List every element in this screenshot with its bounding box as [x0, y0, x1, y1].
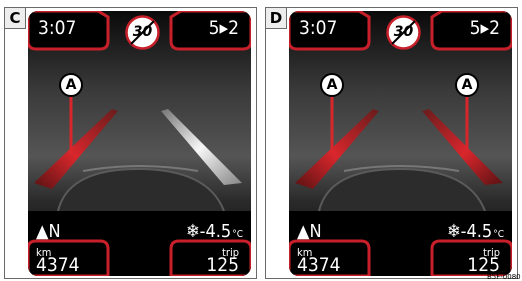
instrument-display: 3:07 5▸2 30 A ▲N ❄-4.5°C km 4374 trip 12…	[28, 11, 251, 276]
callout-marker-a: A	[59, 73, 83, 97]
compass-heading: ▲N	[36, 221, 61, 242]
gear-indicator: 5▸2	[208, 17, 239, 39]
temperature-value: -4.5	[199, 221, 232, 242]
odometer-value: 4374	[297, 254, 341, 276]
gear-indicator: 5▸2	[469, 17, 500, 39]
clock-time: 3:07	[38, 17, 77, 39]
speed-limit-end-sign: 30	[125, 15, 160, 50]
compass-direction: N	[309, 221, 322, 242]
temperature-unit: °C	[493, 229, 504, 240]
panel-label: C	[5, 8, 26, 29]
trip-value: 125	[206, 254, 239, 276]
temperature-value: -4.5	[460, 221, 493, 242]
compass-arrow-icon: ▲	[297, 221, 310, 242]
compass-heading: ▲N	[297, 221, 322, 242]
compass-arrow-icon: ▲	[36, 221, 49, 242]
outside-temperature: ❄-4.5°C	[186, 221, 243, 242]
speed-limit-end-sign: 30	[386, 15, 421, 50]
panel-c: C 3:07 5▸2 30 A ▲N ❄-4.5°C km 4374 trip …	[4, 7, 257, 279]
snowflake-icon: ❄	[447, 221, 461, 242]
odometer-value: 4374	[36, 254, 80, 276]
instrument-display: 3:07 5▸2 30 A A ▲N ❄-4.5°C km 4374 trip …	[289, 11, 512, 276]
callout-marker-a-left: A	[320, 73, 344, 97]
clock-time: 3:07	[299, 17, 338, 39]
speed-limit-value: 30	[393, 24, 414, 40]
temperature-unit: °C	[232, 229, 243, 240]
snowflake-icon: ❄	[186, 221, 200, 242]
outside-temperature: ❄-4.5°C	[447, 221, 504, 242]
panel-label: D	[266, 8, 287, 29]
callout-marker-a-right: A	[455, 73, 479, 97]
speed-limit-value: 30	[132, 24, 153, 40]
compass-direction: N	[48, 221, 61, 242]
panel-d: D 3:07 5▸2 30 A A ▲N ❄-4.5°C km 4374 tri…	[265, 7, 518, 279]
